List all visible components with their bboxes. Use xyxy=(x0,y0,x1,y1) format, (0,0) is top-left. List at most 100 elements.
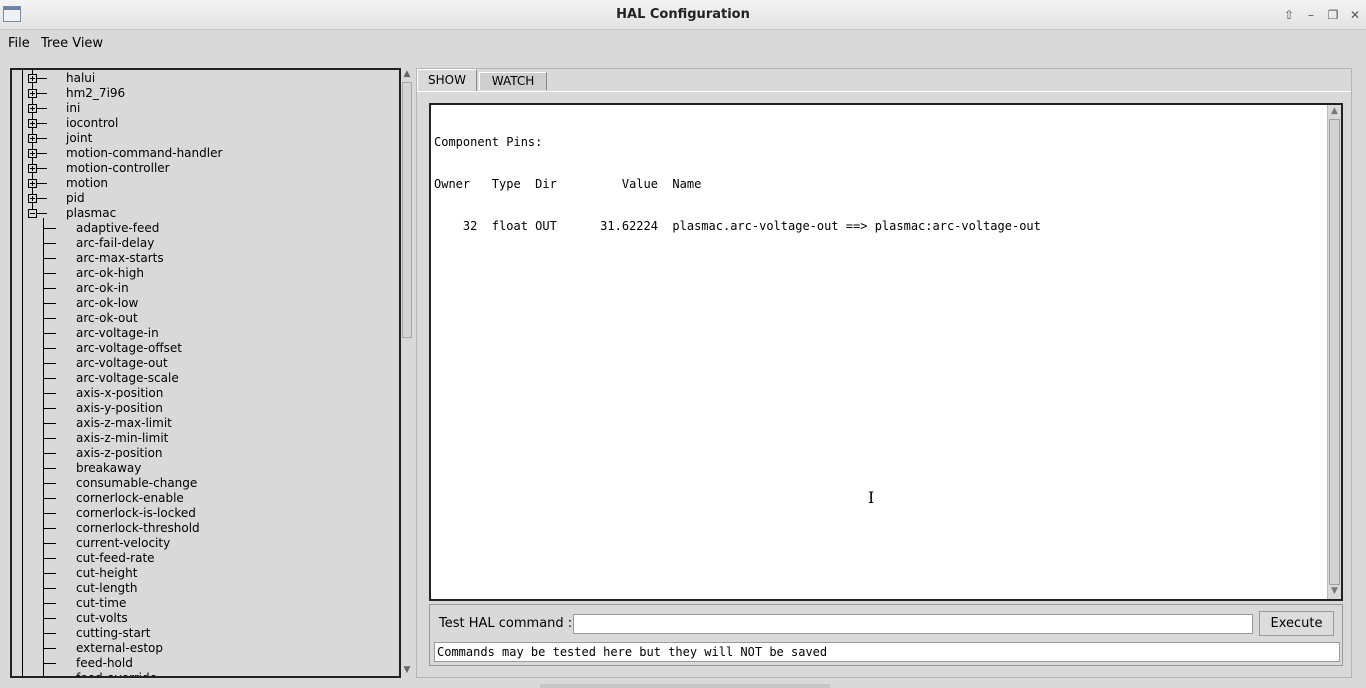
tree-leaf-label: axis-x-position xyxy=(76,386,164,400)
show-tab-body: Component Pins: Owner Type Dir Value Nam… xyxy=(417,91,1351,677)
tree-node[interactable]: plasmac xyxy=(12,206,392,221)
tree-leaf-label: arc-voltage-offset xyxy=(76,341,182,355)
tree-leaf[interactable]: cut-height xyxy=(12,566,392,581)
tree-branch-line xyxy=(43,573,56,574)
tree-leaf[interactable]: cornerlock-is-locked xyxy=(12,506,392,521)
tree-leaf-label: consumable-change xyxy=(76,476,198,490)
expand-icon[interactable] xyxy=(28,74,37,83)
tab-show[interactable]: SHOW xyxy=(417,69,477,91)
expand-icon[interactable] xyxy=(28,89,37,98)
resize-handle[interactable] xyxy=(540,684,830,688)
expand-icon[interactable] xyxy=(28,119,37,128)
tree-leaf[interactable]: cutting-start xyxy=(12,626,392,641)
tree-leaf[interactable]: axis-z-position xyxy=(12,446,392,461)
expand-icon[interactable] xyxy=(28,179,37,188)
scroll-down-arrow-icon[interactable]: ▼ xyxy=(1328,585,1341,598)
command-label: Test HAL command : xyxy=(439,616,573,631)
tree-leaf[interactable]: cornerlock-threshold xyxy=(12,521,392,536)
menu-tree-view[interactable]: Tree View xyxy=(41,36,103,51)
tree-leaf[interactable]: cut-feed-rate xyxy=(12,551,392,566)
tree-leaf[interactable]: cornerlock-enable xyxy=(12,491,392,506)
tree-leaf[interactable]: adaptive-feed xyxy=(12,221,392,236)
tree-leaf[interactable]: arc-voltage-in xyxy=(12,326,392,341)
tree-node[interactable]: motion-controller xyxy=(12,161,392,176)
tree-leaf[interactable]: cut-length xyxy=(12,581,392,596)
tree-leaf[interactable]: arc-ok-in xyxy=(12,281,392,296)
command-input[interactable] xyxy=(573,614,1253,634)
output-text-area[interactable]: Component Pins: Owner Type Dir Value Nam… xyxy=(429,103,1343,601)
component-tree[interactable]: halui hm2_7i96 ini iocontrol joint motion-com… xyxy=(10,68,401,678)
tree-node[interactable]: halui xyxy=(12,71,392,86)
tree-leaf-label: feed-override xyxy=(76,671,157,678)
tree-branch-line xyxy=(43,513,56,514)
collapse-icon[interactable] xyxy=(28,209,37,218)
tree-leaf[interactable]: consumable-change xyxy=(12,476,392,491)
tree-leaf[interactable]: current-velocity xyxy=(12,536,392,551)
tree-leaf[interactable]: arc-voltage-scale xyxy=(12,371,392,386)
tree-leaf[interactable]: axis-y-position xyxy=(12,401,392,416)
expand-icon[interactable] xyxy=(28,134,37,143)
output-scroll-thumb[interactable] xyxy=(1329,119,1340,585)
tree-scroll-thumb[interactable] xyxy=(402,82,412,338)
minimize-icon[interactable]: – xyxy=(1303,7,1319,23)
tree-leaf[interactable]: axis-x-position xyxy=(12,386,392,401)
tree-branch-line xyxy=(43,363,56,364)
tree-leaf[interactable]: arc-voltage-offset xyxy=(12,341,392,356)
scroll-up-arrow-icon[interactable]: ▲ xyxy=(401,68,413,80)
execute-button[interactable]: Execute xyxy=(1259,611,1334,636)
tree-leaf[interactable]: arc-ok-low xyxy=(12,296,392,311)
output-line: 32 float OUT 31.62224 plasmac.arc-voltag… xyxy=(434,219,1041,233)
tree-leaf[interactable]: arc-voltage-out xyxy=(12,356,392,371)
tree-leaf-label: axis-y-position xyxy=(76,401,163,415)
expand-icon[interactable] xyxy=(28,149,37,158)
tree-node[interactable]: joint xyxy=(12,131,392,146)
title-bar: HAL Configuration ⇧ – ❐ ✕ xyxy=(0,0,1366,30)
tree-leaf[interactable]: external-estop xyxy=(12,641,392,656)
tree-branch-line xyxy=(43,453,56,454)
tree-leaf-label: arc-ok-low xyxy=(76,296,139,310)
tree-branch-line xyxy=(37,198,47,199)
tree-leaf[interactable]: feed-override xyxy=(12,671,392,678)
tree-branch-line xyxy=(43,378,56,379)
tree-node[interactable]: motion xyxy=(12,176,392,191)
scroll-up-arrow-icon[interactable]: ▲ xyxy=(1328,105,1341,118)
expand-icon[interactable] xyxy=(28,194,37,203)
tree-leaf[interactable]: arc-ok-high xyxy=(12,266,392,281)
tree-leaf[interactable]: arc-fail-delay xyxy=(12,236,392,251)
command-status: Commands may be tested here but they wil… xyxy=(434,642,1340,662)
tree-node[interactable]: hm2_7i96 xyxy=(12,86,392,101)
tree-leaf[interactable]: cut-time xyxy=(12,596,392,611)
expand-icon[interactable] xyxy=(28,104,37,113)
tree-leaf[interactable]: breakaway xyxy=(12,461,392,476)
tree-leaf[interactable]: axis-z-max-limit xyxy=(12,416,392,431)
tree-leaf[interactable]: feed-hold xyxy=(12,656,392,671)
tree-scrollbar[interactable]: ▲ ▼ xyxy=(401,68,413,678)
scroll-down-arrow-icon[interactable]: ▼ xyxy=(401,664,413,676)
tree-node[interactable]: motion-command-handler xyxy=(12,146,392,161)
maximize-icon[interactable]: ❐ xyxy=(1325,7,1341,23)
tree-branch-line xyxy=(43,303,56,304)
close-icon[interactable]: ✕ xyxy=(1347,7,1363,23)
tree-leaf[interactable]: arc-max-starts xyxy=(12,251,392,266)
tab-watch[interactable]: WATCH xyxy=(479,72,547,90)
tree-leaf-label: feed-hold xyxy=(76,656,133,670)
tree-leaf[interactable]: axis-z-min-limit xyxy=(12,431,392,446)
tree-leaf-label: arc-ok-out xyxy=(76,311,138,325)
tree-leaf[interactable]: cut-volts xyxy=(12,611,392,626)
tree-leaf-label: arc-max-starts xyxy=(76,251,164,265)
tree-node[interactable]: ini xyxy=(12,101,392,116)
tree-node[interactable]: iocontrol xyxy=(12,116,392,131)
tree-leaf[interactable]: arc-ok-out xyxy=(12,311,392,326)
text-cursor-icon: I xyxy=(868,488,875,507)
tree-leaf-label: cornerlock-enable xyxy=(76,491,184,505)
tree-node-label: motion-command-handler xyxy=(66,146,223,160)
tree-node[interactable]: pid xyxy=(12,191,392,206)
output-scrollbar[interactable]: ▲ ▼ xyxy=(1327,105,1341,599)
tree-leaf-label: cornerlock-is-locked xyxy=(76,506,196,520)
expand-icon[interactable] xyxy=(28,164,37,173)
menu-file[interactable]: File xyxy=(8,36,30,51)
tree-node-label: iocontrol xyxy=(66,116,119,130)
up-icon[interactable]: ⇧ xyxy=(1281,7,1297,23)
tree-node-label: plasmac xyxy=(66,206,117,220)
output-line: Owner Type Dir Value Name xyxy=(434,177,702,191)
